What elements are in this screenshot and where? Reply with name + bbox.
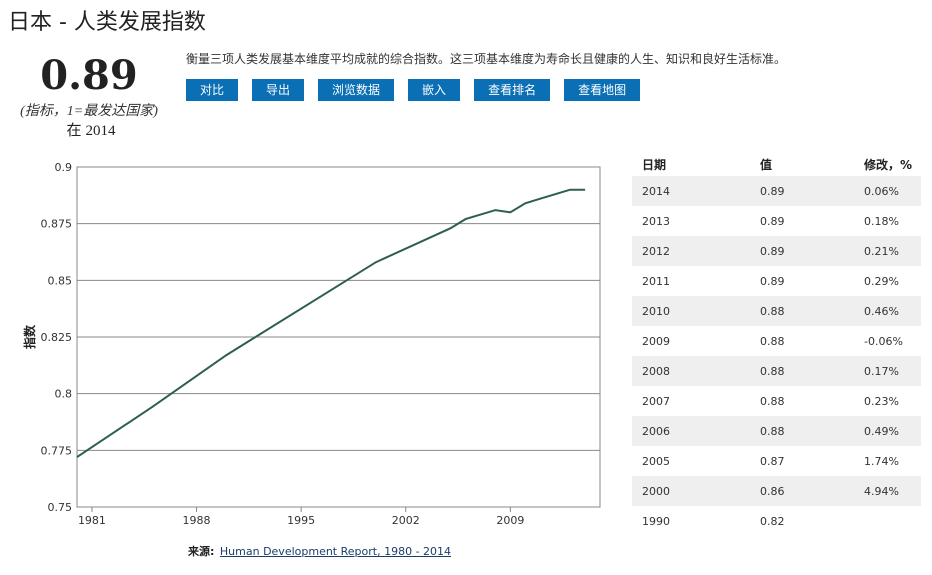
cell-date: 2011 bbox=[642, 274, 670, 288]
cell-value: 0.89 bbox=[750, 236, 854, 266]
table-row: 2008 0.88 0.17% bbox=[632, 356, 921, 386]
cell-change: 0.21% bbox=[854, 236, 921, 266]
y-tick-label: 0.825 bbox=[41, 331, 73, 344]
cell-date: 1990 bbox=[642, 514, 670, 528]
cell-date: 2008 bbox=[632, 356, 750, 386]
cell-change: -0.06% bbox=[864, 334, 903, 348]
cell-date: 2009 bbox=[642, 334, 670, 348]
table-row: 2009 0.88 -0.06% bbox=[632, 326, 921, 356]
table-header-row: 日期 值 修改，% bbox=[632, 152, 921, 176]
cell-value: 0.88 bbox=[750, 296, 854, 326]
y-tick-label: 0.85 bbox=[48, 274, 73, 287]
x-tick-label: 2009 bbox=[496, 514, 524, 527]
compare-button[interactable]: 对比 bbox=[186, 79, 239, 101]
table-row: 2005 0.87 1.74% bbox=[632, 446, 921, 476]
value-note: (指标，1=最发达国家) bbox=[20, 104, 158, 119]
cell-value: 0.82 bbox=[760, 514, 785, 528]
table-row: 2007 0.88 0.23% bbox=[632, 386, 921, 416]
table-row: 2014 0.89 0.06% bbox=[632, 176, 921, 206]
cell-date: 2013 bbox=[642, 214, 670, 228]
year-value: 2014 bbox=[85, 123, 116, 139]
header-date: 日期 bbox=[642, 157, 667, 172]
source-line: 来源: Human Development Report, 1980 - 201… bbox=[188, 543, 451, 559]
cell-date: 2010 bbox=[632, 296, 750, 326]
cell-change bbox=[854, 506, 921, 536]
x-tick-label: 1995 bbox=[287, 514, 315, 527]
cell-change: 0.46% bbox=[854, 296, 921, 326]
year-prefix: 在 bbox=[66, 123, 82, 139]
cell-date: 2012 bbox=[632, 236, 750, 266]
cell-change: 0.23% bbox=[864, 394, 899, 408]
cell-value: 0.89 bbox=[750, 176, 854, 206]
y-tick-label: 0.75 bbox=[48, 501, 73, 514]
cell-value: 0.89 bbox=[760, 274, 785, 288]
y-tick-label: 0.9 bbox=[55, 161, 73, 174]
cell-value: 0.88 bbox=[750, 356, 854, 386]
indicator-description: 衡量三项人类发展基本维度平均成就的综合指数。这三项基本维度为寿命长且健康的人生、… bbox=[186, 52, 787, 66]
x-tick-label: 2002 bbox=[392, 514, 420, 527]
cell-date: 2000 bbox=[632, 476, 750, 506]
cell-change: 4.94% bbox=[854, 476, 921, 506]
embed-button[interactable]: 嵌入 bbox=[408, 79, 461, 101]
chart-svg: 0.75 0.775 0.8 0.825 0.85 0.875 0.9 1981 1988 199… bbox=[22, 161, 601, 527]
table-row: 2012 0.89 0.21% bbox=[632, 236, 921, 266]
cell-change: 0.49% bbox=[854, 416, 921, 446]
hdi-line-chart: 0.75 0.775 0.8 0.825 0.85 0.875 0.9 1981 1988 199… bbox=[0, 150, 620, 540]
cell-change: 0.06% bbox=[854, 176, 921, 206]
table-row: 2000 0.86 4.94% bbox=[632, 476, 921, 506]
data-table: 日期 值 修改，% 2014 0.89 0.06% 2013 0.89 0.18% 2012… bbox=[632, 152, 921, 536]
header-value: 值 bbox=[760, 157, 773, 172]
cell-date: 2014 bbox=[632, 176, 750, 206]
y-tick-label: 0.8 bbox=[55, 388, 73, 401]
table-row: 1990 0.82 bbox=[632, 506, 921, 536]
hdi-series-line bbox=[76, 188, 586, 458]
y-axis-title: 指数 bbox=[22, 324, 37, 349]
x-tick-label: 1988 bbox=[183, 514, 211, 527]
cell-date: 2006 bbox=[632, 416, 750, 446]
cell-change: 0.29% bbox=[864, 274, 899, 288]
header-change: 修改，% bbox=[864, 157, 913, 172]
cell-value: 0.88 bbox=[760, 334, 785, 348]
y-tick-label: 0.875 bbox=[41, 218, 73, 231]
cell-change: 0.18% bbox=[864, 214, 899, 228]
hdi-value: 0.89 bbox=[40, 52, 138, 99]
cell-change: 1.74% bbox=[864, 454, 899, 468]
table-row: 2010 0.88 0.46% bbox=[632, 296, 921, 326]
export-button[interactable]: 导出 bbox=[252, 79, 305, 101]
cell-value: 0.88 bbox=[750, 416, 854, 446]
table-row: 2006 0.88 0.49% bbox=[632, 416, 921, 446]
cell-date: 2005 bbox=[642, 454, 670, 468]
x-tick-label: 1981 bbox=[78, 514, 106, 527]
page-title: 日本 - 人类发展指数 bbox=[8, 10, 206, 35]
y-tick-label: 0.775 bbox=[41, 444, 73, 457]
cell-value: 0.88 bbox=[760, 394, 785, 408]
browse-data-button[interactable]: 浏览数据 bbox=[318, 79, 395, 101]
table-row: 2011 0.89 0.29% bbox=[632, 266, 921, 296]
cell-date: 2007 bbox=[642, 394, 670, 408]
action-bar: 对比 导出 浏览数据 嵌入 查看排名 查看地图 bbox=[186, 79, 641, 101]
cell-value: 0.89 bbox=[760, 214, 785, 228]
cell-change: 0.17% bbox=[854, 356, 921, 386]
table-row: 2013 0.89 0.18% bbox=[632, 206, 921, 236]
source-label: 来源: bbox=[188, 545, 215, 558]
value-year-line: 在 2014 bbox=[0, 119, 178, 140]
cell-value: 0.87 bbox=[760, 454, 785, 468]
view-map-button[interactable]: 查看地图 bbox=[564, 79, 641, 101]
cell-value: 0.86 bbox=[750, 476, 854, 506]
view-ranking-button[interactable]: 查看排名 bbox=[474, 79, 551, 101]
source-link[interactable]: Human Development Report, 1980 - 2014 bbox=[220, 545, 451, 558]
